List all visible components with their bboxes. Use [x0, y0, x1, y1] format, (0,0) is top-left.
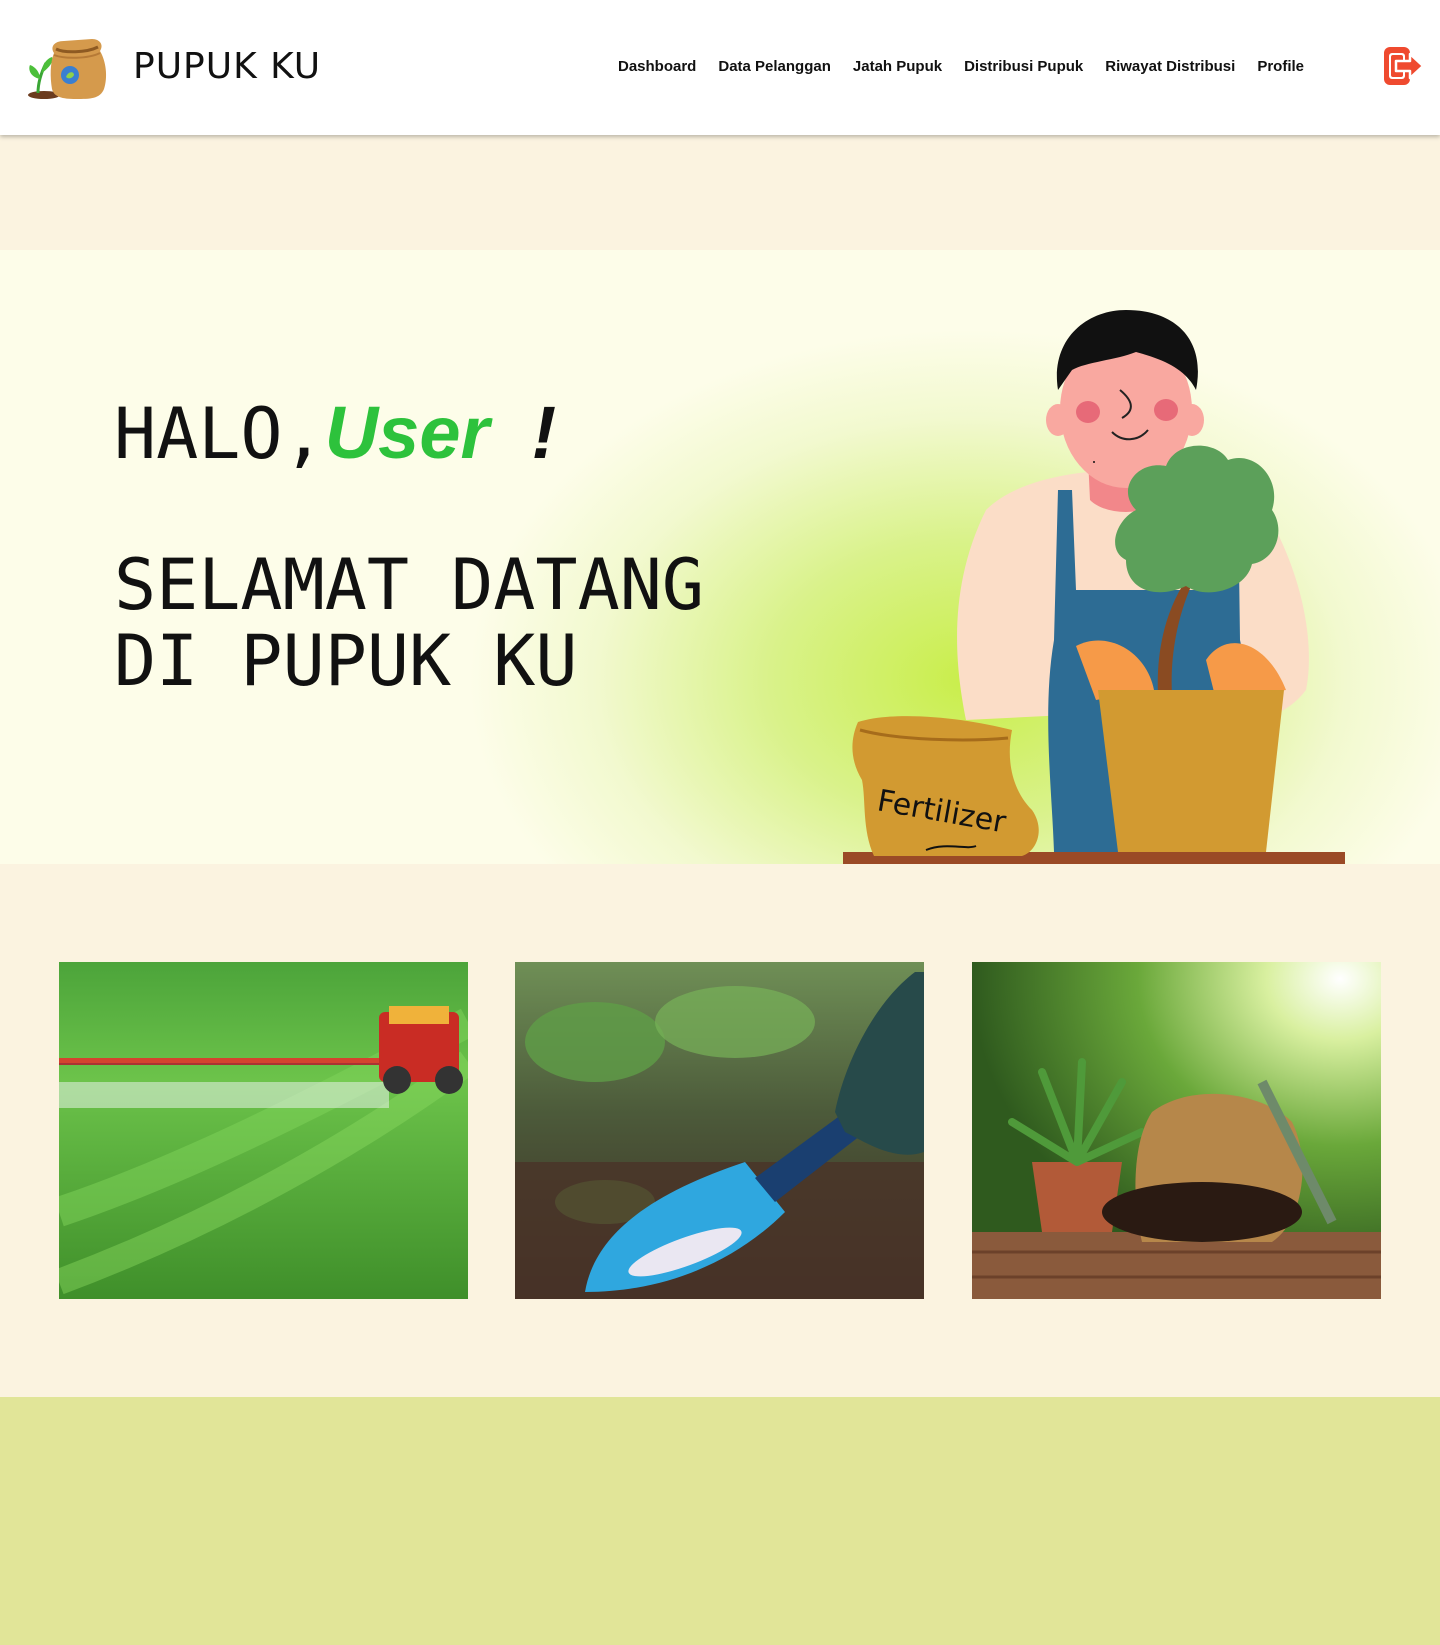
nav-profile[interactable]: Profile	[1257, 56, 1304, 78]
hero-greeting: HALO,User !	[114, 391, 704, 476]
footer-band	[0, 1397, 1440, 1645]
hero-text: HALO,User ! SELAMAT DATANG DI PUPUK KU	[114, 391, 704, 700]
farmer-with-plant-illustration: Fertilizer	[843, 310, 1345, 864]
welcome-line-2: DI PUPUK KU	[114, 620, 578, 702]
main-nav: Dashboard Data Pelanggan Jatah Pupuk Dis…	[618, 56, 1304, 78]
photo-card-1[interactable]	[59, 962, 468, 1299]
tractor-spraying-field-photo-icon	[59, 962, 468, 1299]
photo-gallery	[59, 962, 1381, 1299]
nav-jatah-pupuk[interactable]: Jatah Pupuk	[853, 56, 942, 78]
nav-riwayat-distribusi[interactable]: Riwayat Distribusi	[1105, 56, 1235, 78]
potted-plant-soil-photo-icon	[972, 962, 1381, 1299]
hero-banner: HALO,User ! SELAMAT DATANG DI PUPUK KU F…	[0, 250, 1440, 864]
nav-distribusi-pupuk[interactable]: Distribusi Pupuk	[964, 56, 1083, 78]
greeting-exclamation: !	[531, 391, 557, 474]
nav-dashboard[interactable]: Dashboard	[618, 56, 696, 78]
nav-data-pelanggan[interactable]: Data Pelanggan	[718, 56, 831, 78]
fertilizer-sack-logo-icon[interactable]	[24, 33, 108, 101]
top-navbar: PUPUK KU Dashboard Data Pelanggan Jatah …	[0, 0, 1440, 135]
logout-icon[interactable]	[1384, 46, 1424, 86]
brand-title[interactable]: PUPUK KU	[133, 44, 321, 90]
photo-card-3[interactable]	[972, 962, 1381, 1299]
top-spacer	[0, 135, 1440, 250]
welcome-line-1: SELAMAT DATANG	[114, 544, 705, 626]
shovel-fertilizer-photo-icon	[515, 962, 924, 1299]
greeting-prefix: HALO,	[114, 393, 325, 475]
photo-card-2[interactable]	[515, 962, 924, 1299]
hero-welcome: SELAMAT DATANG DI PUPUK KU	[114, 547, 704, 699]
greeting-username: User	[324, 391, 490, 474]
